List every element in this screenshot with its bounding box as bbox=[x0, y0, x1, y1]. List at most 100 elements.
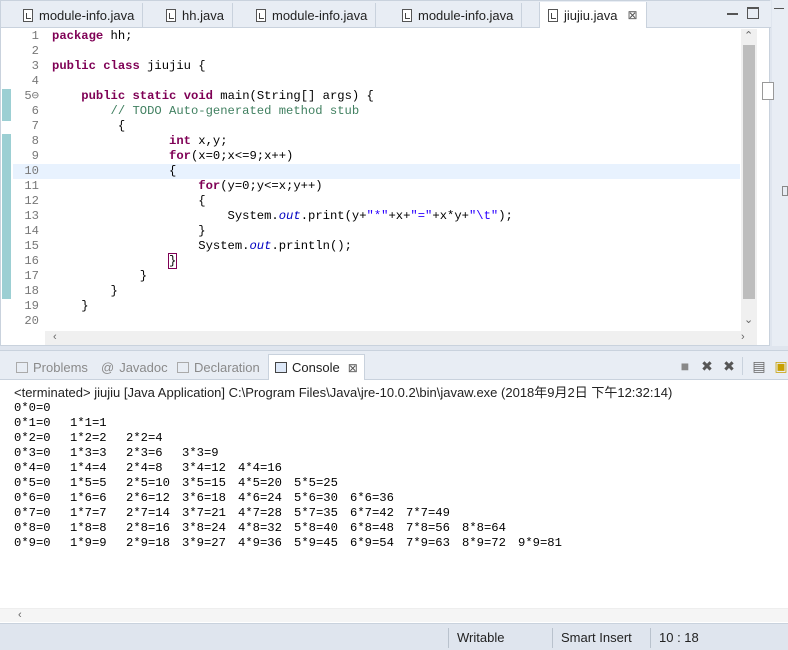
console-cell: 0*8=0 bbox=[14, 521, 51, 535]
line-number: 12 bbox=[24, 194, 39, 208]
tab-jiujiu[interactable]: jiujiu.java ⊠ bbox=[539, 2, 647, 28]
tab-console[interactable]: Console ⊠ bbox=[268, 354, 365, 380]
scroll-up-icon[interactable]: ⌃ bbox=[744, 29, 753, 42]
java-file-icon bbox=[23, 8, 33, 22]
remove-all-icon[interactable]: ✖ bbox=[722, 359, 736, 373]
console-cell: 2*6=12 bbox=[126, 491, 170, 505]
line-number: 18 bbox=[24, 284, 39, 298]
console-cell: 2*3=6 bbox=[126, 446, 163, 460]
console-cell: 0*5=0 bbox=[14, 476, 51, 490]
tab-javadoc[interactable]: @ Javadoc bbox=[101, 356, 168, 378]
code-line[interactable]: 16 } bbox=[13, 253, 740, 269]
console-cell: 0*9=0 bbox=[14, 536, 51, 550]
minimize-icon[interactable] bbox=[774, 8, 784, 9]
maximize-icon[interactable] bbox=[747, 7, 759, 19]
console-line: 0*2=0 1*2=2 2*2=4 bbox=[14, 431, 574, 446]
code-line[interactable]: 9 for(x=0;x<=9;x++) bbox=[13, 149, 740, 164]
console-output[interactable]: 0*0=0 0*1=0 1*1=1 0*2=0 1*2=2 2*2=4 0*3=0 1*3=3… bbox=[14, 401, 574, 551]
code-text: System.out.print(y+"*"+x+"="+x*y+"\t"); bbox=[52, 209, 513, 223]
code-line[interactable]: 14 } bbox=[13, 224, 740, 239]
code-line[interactable]: 19 } bbox=[13, 299, 740, 314]
code-line[interactable]: 3 public class jiujiu { bbox=[13, 59, 740, 74]
tab-label: Javadoc bbox=[119, 359, 168, 375]
code-line[interactable]: 20 bbox=[13, 314, 740, 329]
line-number: 10 bbox=[24, 164, 39, 178]
code-text: } bbox=[52, 299, 89, 313]
line-number: 1 bbox=[31, 29, 39, 43]
code-line[interactable]: 8 int x,y; bbox=[13, 134, 740, 149]
console-cell: 0*1=0 bbox=[14, 416, 51, 430]
scroll-right-icon[interactable]: › bbox=[741, 331, 745, 343]
code-line[interactable]: 13 System.out.print(y+"*"+x+"="+x*y+"\t"… bbox=[13, 209, 740, 224]
panel-icon[interactable] bbox=[782, 186, 788, 196]
java-file-icon bbox=[402, 8, 412, 22]
console-cell: 2*8=16 bbox=[126, 521, 170, 535]
panel-restore-icon[interactable] bbox=[762, 82, 774, 100]
tab-module-info-1[interactable]: module-info.java bbox=[15, 3, 144, 27]
code-line[interactable]: 15 System.out.println(); bbox=[13, 239, 740, 254]
code-line[interactable]: 17 } bbox=[13, 269, 740, 284]
scroll-lock-icon[interactable]: ▤ bbox=[752, 359, 766, 373]
console-cell: 5*7=35 bbox=[294, 506, 338, 520]
tab-module-info-2[interactable]: module-info.java bbox=[248, 3, 377, 27]
scroll-down-icon[interactable]: ⌄ bbox=[744, 313, 753, 326]
at-icon: @ bbox=[101, 359, 115, 375]
tab-label: module-info.java bbox=[39, 7, 135, 23]
console-cell: 1*8=8 bbox=[70, 521, 107, 535]
tab-hh[interactable]: hh.java bbox=[158, 3, 233, 27]
line-number: 4 bbox=[31, 74, 39, 88]
console-cell: 0*2=0 bbox=[14, 431, 51, 445]
close-tab-icon[interactable]: ⊠ bbox=[627, 8, 637, 22]
lock-icon[interactable]: ▣ bbox=[774, 359, 788, 373]
code-line[interactable]: 11 for(y=0;y<=x;y++) bbox=[13, 179, 740, 194]
console-cell: 5*6=30 bbox=[294, 491, 338, 505]
remove-launch-icon[interactable]: ✖ bbox=[700, 359, 714, 373]
scroll-left-icon[interactable]: ‹ bbox=[18, 609, 22, 621]
code-line[interactable]: 4 bbox=[13, 74, 740, 89]
code-text: for(x=0;x<=9;x++) bbox=[169, 149, 294, 163]
code-line[interactable]: 18 } bbox=[13, 284, 740, 299]
console-cell: 6*7=42 bbox=[350, 506, 394, 520]
line-number: 11 bbox=[24, 179, 39, 193]
code-text: } bbox=[52, 224, 206, 238]
problems-icon bbox=[16, 361, 28, 373]
code-text: // TODO Auto-generated method stub bbox=[110, 104, 360, 118]
code-line[interactable]: 5⊖ public static void main(String[] args… bbox=[13, 89, 740, 104]
console-cell: 4*6=24 bbox=[238, 491, 282, 505]
tab-label: Console bbox=[292, 360, 340, 375]
console-line: 0*9=0 1*9=9 2*9=18 3*9=27 4*9=36 5*9=45 6*9=54… bbox=[14, 536, 574, 551]
minimize-icon[interactable] bbox=[727, 13, 738, 15]
console-cell: 1*3=3 bbox=[70, 446, 107, 460]
line-number: 2 bbox=[31, 44, 39, 58]
console-cell: 1*6=6 bbox=[70, 491, 107, 505]
close-tab-icon[interactable]: ⊠ bbox=[348, 361, 358, 375]
code-line[interactable]: 12 { bbox=[13, 194, 740, 209]
line-number: 6 bbox=[31, 104, 39, 118]
tab-declaration[interactable]: Declaration bbox=[177, 356, 260, 378]
editor-horizontal-scrollbar[interactable]: ‹ › bbox=[45, 331, 757, 345]
console-cell: 6*6=36 bbox=[350, 491, 394, 505]
console-line: 0*8=0 1*8=8 2*8=16 3*8=24 4*8=32 5*8=40 6*8=48… bbox=[14, 521, 574, 536]
code-line[interactable]: 1 package hh; bbox=[13, 29, 740, 44]
console-cell: 0*3=0 bbox=[14, 446, 51, 460]
tab-module-info-3[interactable]: module-info.java bbox=[394, 3, 523, 27]
editor-vertical-scrollbar[interactable]: ⌃ ⌄ bbox=[741, 29, 757, 331]
console-cell: 0*6=0 bbox=[14, 491, 51, 505]
console-cell: 1*5=5 bbox=[70, 476, 107, 490]
scroll-left-icon[interactable]: ‹ bbox=[53, 331, 57, 343]
code-editor[interactable]: 1 package hh; 2 3 public class jiujiu {4 5⊖ p… bbox=[13, 29, 740, 331]
code-line[interactable]: 10 { bbox=[13, 164, 740, 179]
code-line[interactable]: 2 bbox=[13, 44, 740, 59]
code-line[interactable]: 6 // TODO Auto-generated method stub bbox=[13, 104, 740, 119]
tab-problems[interactable]: Problems bbox=[16, 356, 88, 378]
scroll-thumb[interactable] bbox=[743, 45, 755, 299]
console-horizontal-scrollbar[interactable]: ‹ bbox=[0, 608, 788, 622]
code-line[interactable]: 7 { bbox=[13, 119, 740, 134]
terminate-icon[interactable]: ■ bbox=[678, 359, 692, 373]
tab-label: Problems bbox=[33, 359, 88, 375]
console-cell: 2*7=14 bbox=[126, 506, 170, 520]
console-cell: 3*5=15 bbox=[182, 476, 226, 490]
console-cell: 3*3=9 bbox=[182, 446, 219, 460]
console-line: 0*0=0 bbox=[14, 401, 574, 416]
writable-status: Writable bbox=[448, 628, 552, 648]
